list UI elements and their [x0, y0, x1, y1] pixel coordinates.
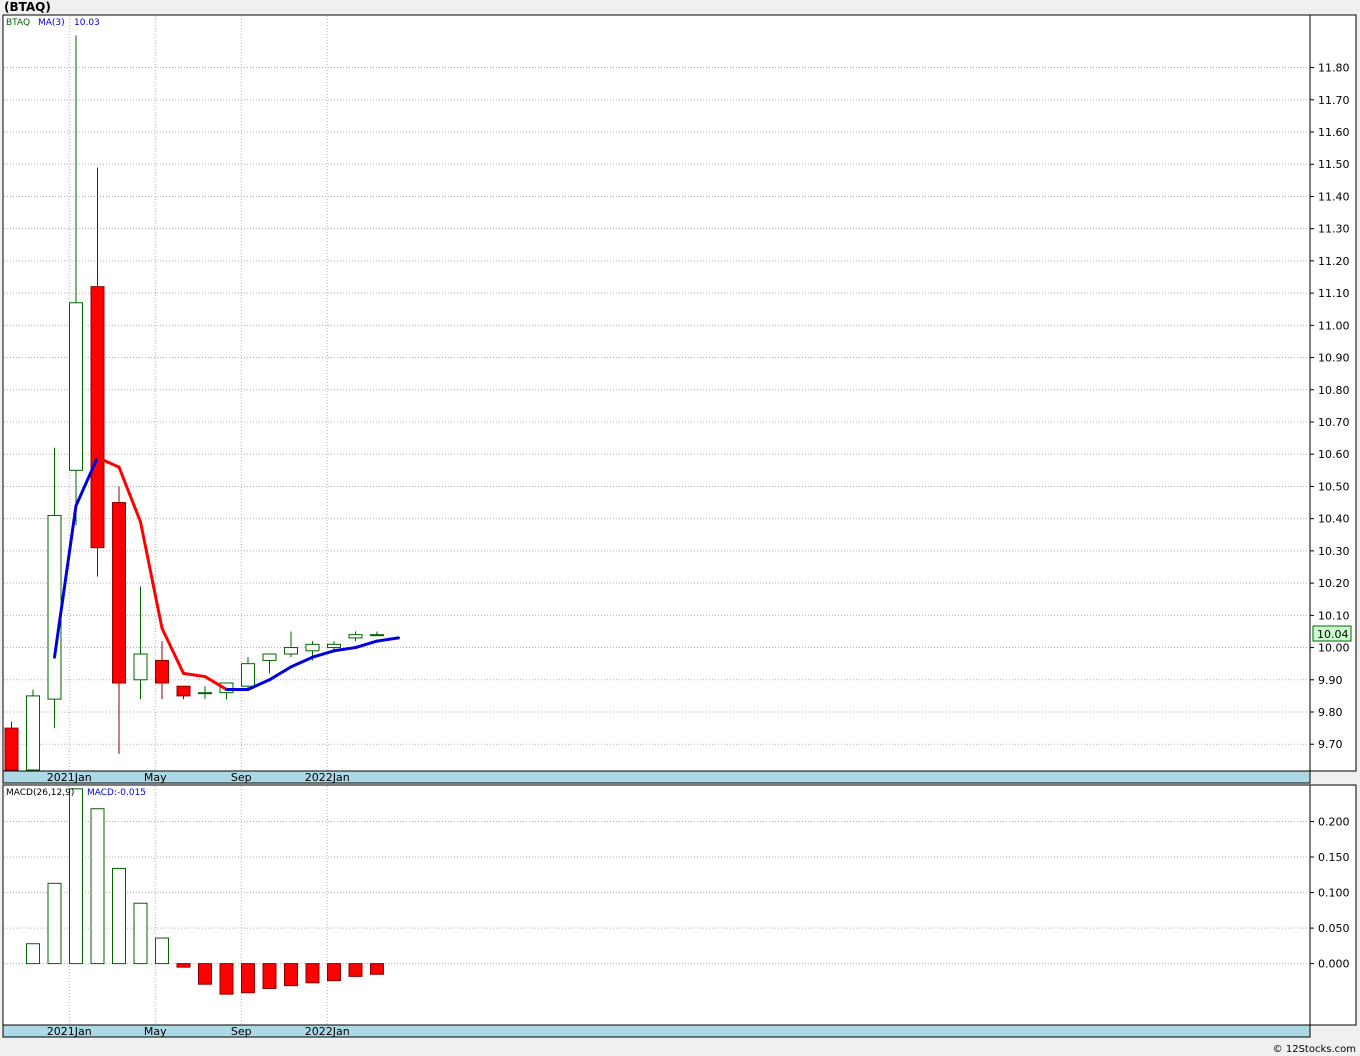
macd-bar-positive [155, 937, 169, 965]
macd-bar-positive [112, 867, 126, 965]
macd-bar-negative [176, 963, 191, 968]
candle-body-up [133, 653, 148, 681]
macd-bar-positive [47, 882, 62, 965]
macd-x-axis-band [2, 1024, 1311, 1038]
legend-ma: MA(3) [38, 18, 65, 28]
candle-body-up [327, 643, 341, 649]
price-tick-label: 11.20 [1318, 255, 1350, 268]
legend-macd: MACD(26,12,9) [6, 788, 74, 798]
candle-body-down [176, 685, 191, 697]
candle-body-up [241, 663, 255, 687]
macd-bar-negative [219, 963, 234, 995]
candle-body-down [155, 659, 169, 684]
price-tick-label: 10.40 [1318, 513, 1350, 526]
candle-body-down [4, 727, 19, 771]
macd-bar-negative [198, 963, 212, 985]
price-tick-label: 11.10 [1318, 287, 1350, 300]
macd-bar-negative [262, 963, 277, 989]
candle-body-up [69, 302, 83, 471]
watermark: © 12Stocks.com [1272, 1044, 1356, 1055]
candle-body-down [112, 502, 126, 684]
candle-body-up [284, 647, 298, 655]
candle-body-up [370, 634, 384, 637]
price-panel [2, 14, 1357, 772]
price-tick-label: 9.80 [1318, 706, 1343, 719]
price-tick-label: 11.80 [1318, 62, 1350, 75]
macd-tick-label: 0.000 [1318, 958, 1350, 971]
x-tick-label: 2022Jan [305, 771, 350, 784]
macd-bar-positive [69, 788, 83, 965]
x-tick-label: Sep [231, 771, 252, 784]
macd-tick-label: 0.200 [1318, 816, 1350, 829]
macd-bar-negative [241, 963, 255, 994]
candle [4, 721, 19, 771]
candle-body-down [90, 286, 105, 549]
x-tick-label: May [144, 1025, 167, 1038]
price-tick-label: 10.30 [1318, 545, 1350, 558]
price-tick-label: 10.60 [1318, 448, 1350, 461]
legend-ma-value: 10.03 [74, 18, 100, 28]
macd-panel [2, 784, 1357, 1026]
price-tick-label: 10.90 [1318, 352, 1350, 365]
macd-bar-positive [26, 943, 40, 965]
price-tick-label: 10.50 [1318, 480, 1350, 493]
candle [26, 689, 40, 771]
price-tick-label: 11.50 [1318, 158, 1350, 171]
last-price-label: 10.04 [1317, 628, 1349, 641]
price-tick-label: 10.70 [1318, 416, 1350, 429]
price-tick-label: 11.30 [1318, 223, 1350, 236]
candle-body-up [26, 695, 40, 771]
macd-tick-label: 0.100 [1318, 887, 1350, 900]
macd-bar-negative [327, 963, 341, 982]
price-tick-label: 11.70 [1318, 94, 1350, 107]
price-tick-label: 10.00 [1318, 642, 1350, 655]
macd-bar-positive [133, 902, 148, 965]
price-tick-label: 9.70 [1318, 738, 1343, 751]
macd-tick-label: 0.050 [1318, 922, 1350, 935]
x-tick-label: May [144, 771, 167, 784]
candle-body-up [305, 643, 320, 652]
price-tick-label: 10.10 [1318, 609, 1350, 622]
macd-bar-positive [90, 808, 105, 965]
last-price-marker: 10.04 [1312, 625, 1352, 642]
price-tick-label: 9.90 [1318, 674, 1343, 687]
price-tick-label: 10.80 [1318, 384, 1350, 397]
x-tick-label: 2022Jan [305, 1025, 350, 1038]
legend-symbol: BTAQ [6, 18, 30, 28]
price-x-axis-band [2, 770, 1311, 784]
price-tick-label: 11.60 [1318, 126, 1350, 139]
macd-bar-negative [305, 963, 320, 984]
x-tick-label: 2021Jan [47, 771, 92, 784]
x-tick-label: Sep [231, 1025, 252, 1038]
price-tick-label: 10.20 [1318, 577, 1350, 590]
candle-body-up [47, 514, 62, 700]
candle-body-up [348, 634, 363, 639]
stock-chart: 9.70 9.80 9.90 10.00 10.10 10.20 10.30 10.40 10.… [2, 14, 1357, 1038]
candle-body-up [198, 692, 212, 695]
macd-bar-negative [348, 963, 363, 977]
macd-bar-negative [370, 963, 384, 975]
candle-body-up [262, 653, 277, 661]
price-tick-label: 11.00 [1318, 319, 1350, 332]
x-tick-label: 2021Jan [47, 1025, 92, 1038]
price-tick-label: 11.40 [1318, 190, 1350, 203]
macd-bar-negative [284, 963, 298, 987]
macd-tick-label: 0.150 [1318, 851, 1350, 864]
legend-macd-value: MACD:-0.015 [87, 788, 146, 798]
